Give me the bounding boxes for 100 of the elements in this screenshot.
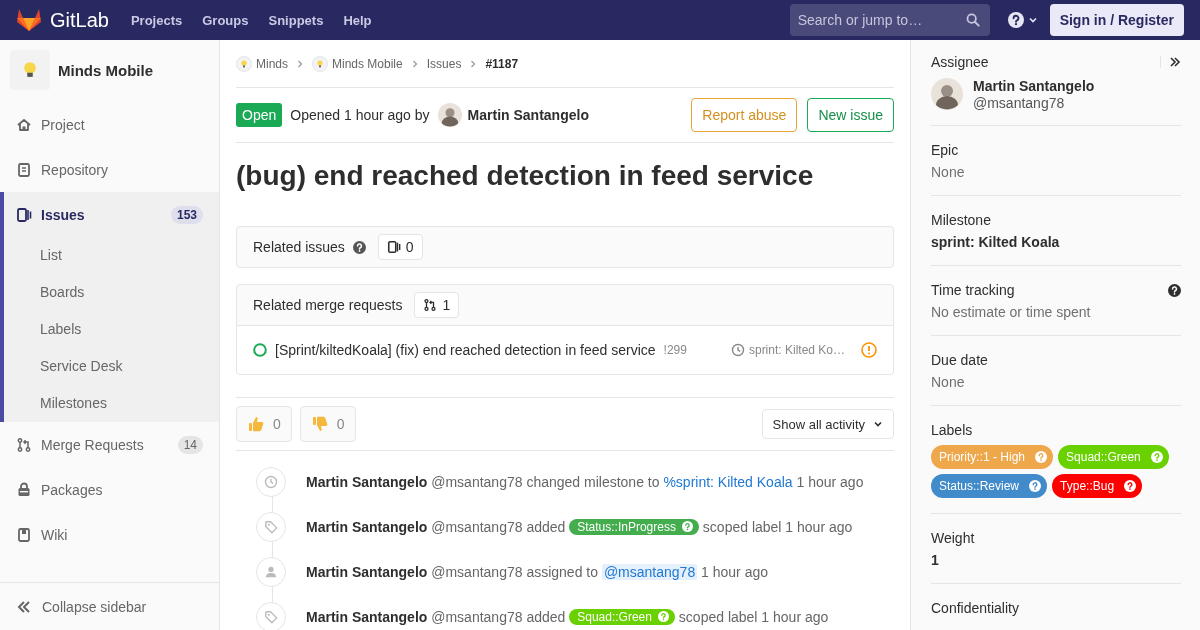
project-name[interactable]: Minds Mobile [58,61,153,79]
sidebar-item[interactable]: Project [0,102,219,147]
issues-icon [16,206,32,223]
clock-icon [264,474,278,489]
sidebar-subitem[interactable]: Boards [4,274,219,311]
count-badge: 14 [177,435,203,454]
section-value: sprint: Kilted Koala [931,233,1061,252]
author-link[interactable]: Martin Santangelo [437,103,589,127]
count-text: 1 [442,297,451,313]
help-icon [1035,451,1048,463]
opened-text: Opened 1 hour ago by [290,107,430,123]
issue-title: (bug) end reached detection in feed service [236,159,815,193]
sidebar-subitem[interactable]: Service Desk [4,348,219,385]
document-icon [16,161,32,178]
new-issue-button[interactable]: New issue [807,98,894,132]
nav-link[interactable]: Snippets [268,12,324,28]
award-button[interactable]: 0 [236,406,292,442]
help-menu-button[interactable] [1007,12,1038,28]
search-icon [965,13,980,27]
tag-icon [264,609,278,624]
activity-note: Martin Santangelo @msantang78 added Squad::Green scoped label 1 hour ago [306,608,829,625]
caret-icon [1027,15,1038,25]
assignee-name[interactable]: Martin Santangelo [973,76,1095,95]
nav-link[interactable]: Projects [130,12,183,28]
sidebar-item[interactable]: Packages [0,467,219,512]
sign-in-button[interactable]: Sign in / Register [1049,4,1184,36]
section-title: Confidentiality [931,600,1019,616]
activity-note: Martin Santangelo @msantang78 assigned to @msantang78 1 hour ago [306,563,769,580]
avatar-icon [931,78,963,110]
status-badge: Open [236,103,283,127]
sidebar-item[interactable]: Wiki [0,512,219,557]
sidebar-item[interactable]: Merge Requests 14 [0,422,219,467]
assignee-handle: @msantang78 [973,94,1066,112]
issues-icon [386,240,401,254]
section-value: None [931,163,966,182]
merge-request-ref: !299 [663,343,688,357]
clock-icon [730,343,745,357]
person-icon [264,564,278,579]
collapse-sidebar-icon[interactable] [1169,56,1181,68]
chevron-right-icon [469,59,478,68]
sidebar-subitem[interactable]: List [4,237,219,274]
activity-note: Martin Santangelo @msantang78 changed milestone to %sprint: Kilted Koala 1 hour ago [306,473,864,490]
section-value: 1 [931,551,940,570]
section-title: Epic [931,142,959,158]
open-status-icon [253,343,267,357]
merge-request-link[interactable]: [Sprint/kiltedKoala] (fix) end reached detection in feed service [275,342,656,358]
caret-icon [873,419,883,429]
warning-icon [861,342,877,358]
nav-link[interactable]: Groups [202,12,249,28]
panel-title: Related merge requests [253,297,403,313]
thumbs-down-icon [310,415,329,433]
chevron-right-icon [410,59,419,68]
home-icon [16,116,32,133]
sidebar-item[interactable]: Repository [0,147,219,192]
breadcrumb-link[interactable]: Minds Mobile [312,55,403,72]
section-title: Due date [931,352,988,368]
merge-request-icon [423,298,438,312]
section-title: Weight [931,530,975,546]
tag-icon [264,519,278,534]
user-link[interactable]: @msantang78 [601,563,698,580]
double-chevron-left-icon [16,598,32,615]
panel-title: Related issues [253,239,345,255]
lightbulb-icon [236,55,252,72]
label-badge[interactable]: Status::Review [931,474,1048,498]
fox-logo-icon [16,8,42,32]
avatar-icon [437,103,462,127]
section-value: No estimate or time spent [931,303,1092,322]
breadcrumb-link[interactable]: #1187 [485,56,519,71]
help-icon [1007,12,1024,28]
award-button[interactable]: 0 [299,406,356,442]
help-icon [1150,451,1163,463]
activity-note: Martin Santangelo @msantang78 added Status::InProgress scoped label 1 hour ago [306,518,853,535]
milestone-link[interactable]: %sprint: Kilted Koala [663,473,793,490]
thumbs-up-icon [247,415,265,433]
lightbulb-icon [312,55,328,72]
count-text: 0 [405,239,414,255]
activity-filter-dropdown[interactable]: Show all activity [761,409,894,439]
help-icon [681,521,693,532]
sidebar-item[interactable]: Issues 153 [4,192,219,237]
section-value: None [931,373,966,392]
merge-request-icon [16,436,32,453]
sidebar-subitem[interactable]: Milestones [4,385,219,422]
gitlab-wordmark[interactable]: GitLab [50,8,109,32]
breadcrumb-link[interactable]: Minds [236,55,288,72]
book-icon [16,526,32,543]
section-title: Milestone [931,212,991,228]
section-title: Time tracking [931,282,1015,298]
section-title: Assignee [931,54,989,70]
help-icon [657,611,669,622]
label-badge[interactable]: Type::Bug [1052,474,1143,498]
chevron-right-icon [296,59,304,68]
count-badge: 153 [170,205,203,224]
milestone-text: sprint: Kilted Ko… [748,343,845,357]
search-field[interactable]: Search or jump to… [789,4,990,36]
nav-link[interactable]: Help [343,12,372,28]
help-icon [1029,480,1042,492]
help-icon [352,240,366,254]
help-icon [1124,480,1137,492]
breadcrumb-link[interactable]: Issues [426,56,462,71]
sidebar-subitem[interactable]: Labels [4,311,219,348]
